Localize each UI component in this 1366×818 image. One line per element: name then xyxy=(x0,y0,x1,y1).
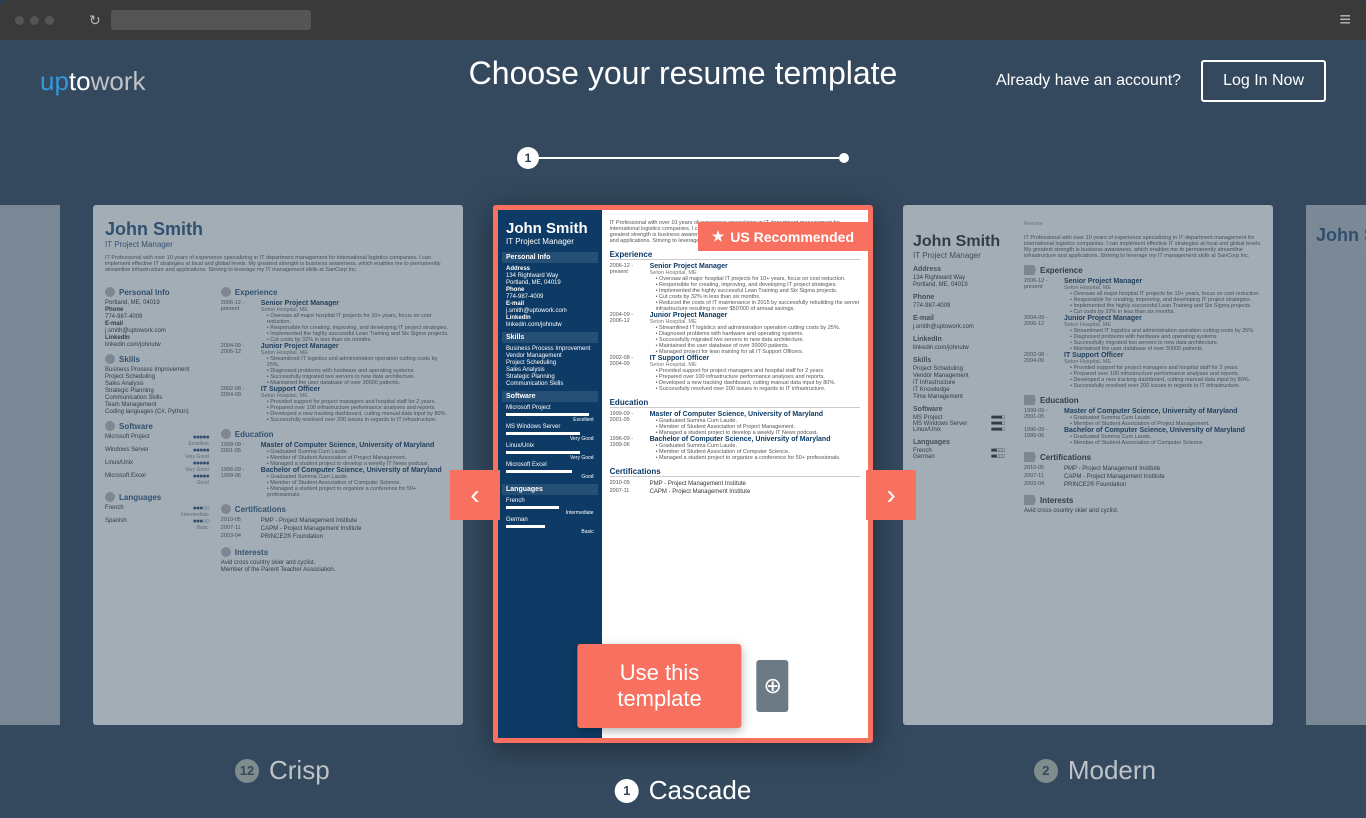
step-line xyxy=(539,157,839,159)
section-experience: Experience xyxy=(610,250,860,260)
resume-summary: IT Professional with over 10 years of ex… xyxy=(1024,235,1263,259)
section-languages: Languages xyxy=(913,439,1004,446)
logo[interactable]: uptowork xyxy=(40,66,146,97)
prev-button[interactable]: ‹ xyxy=(450,470,500,520)
url-bar[interactable] xyxy=(111,10,311,30)
resume-summary: IT Professional with over 10 years of ex… xyxy=(105,255,451,273)
section-experience: Experience xyxy=(1024,265,1263,275)
cta-row: Use this template ⊕ xyxy=(577,644,788,728)
resume-title: IT Project Manager xyxy=(913,251,1004,260)
resume-name: John Smith xyxy=(1316,225,1366,246)
recommended-badge: ★US Recommended xyxy=(698,222,868,251)
section-certs: Certifications xyxy=(610,467,860,477)
menu-icon[interactable]: ≡ xyxy=(1339,9,1351,32)
section-languages: Languages xyxy=(502,484,598,495)
label-modern: 2Modern xyxy=(1034,755,1156,786)
template-card-crisp[interactable]: John Smith IT Project Manager IT Profess… xyxy=(93,205,463,725)
section-education: Education xyxy=(1024,395,1263,405)
use-template-button[interactable]: Use this template xyxy=(577,644,741,728)
section-certs: Certifications xyxy=(1024,452,1263,462)
dot[interactable] xyxy=(45,16,54,25)
template-card-modern[interactable]: John Smith IT Project Manager Address 13… xyxy=(903,205,1273,725)
label-crisp: 12Crisp xyxy=(235,755,330,786)
label-cascade: 1Cascade xyxy=(615,775,752,806)
template-carousel: John Smith John Smith IT Project Manager… xyxy=(0,205,1366,755)
zoom-button[interactable]: ⊕ xyxy=(757,660,789,712)
resume-name: John Smith xyxy=(506,220,594,237)
star-icon: ★ xyxy=(712,228,725,245)
app-area: uptowork Choose your resume template Alr… xyxy=(0,40,1366,818)
progress-indicator: 1 xyxy=(0,147,1366,169)
chevron-right-icon: › xyxy=(886,479,895,511)
section-skills: Skills xyxy=(105,354,209,364)
next-button[interactable]: › xyxy=(866,470,916,520)
zoom-in-icon: ⊕ xyxy=(763,673,781,699)
account-prompt: Already have an account? xyxy=(996,72,1181,90)
template-card-cascade[interactable]: ★US Recommended John Smith IT Project Ma… xyxy=(493,205,873,743)
edge-card-left[interactable] xyxy=(0,205,60,725)
section-software: Software xyxy=(913,406,1004,413)
section-address: Address xyxy=(913,266,1004,273)
section-education: Education xyxy=(610,398,860,408)
dot[interactable] xyxy=(15,16,24,25)
resume-name: John Smith xyxy=(105,219,451,240)
header: uptowork Choose your resume template Alr… xyxy=(0,40,1366,122)
section-personal-info: Personal Info xyxy=(502,252,598,263)
section-personal-info: Personal Info xyxy=(105,287,209,297)
section-skills: Skills xyxy=(913,357,1004,364)
resume-name: John Smith xyxy=(913,233,1004,251)
section-education: Education xyxy=(221,429,451,439)
login-button[interactable]: Log In Now xyxy=(1201,60,1326,102)
window-controls xyxy=(15,16,54,25)
chevron-left-icon: ‹ xyxy=(470,479,479,511)
resume-title: IT Project Manager xyxy=(105,240,451,249)
section-interests: Interests xyxy=(221,547,451,557)
browser-chrome: ↻ ≡ xyxy=(0,0,1366,40)
resume-title: IT Project Manager xyxy=(506,237,594,246)
page-title: Choose your resume template xyxy=(469,55,898,92)
section-skills: Skills xyxy=(502,332,598,343)
step-end xyxy=(839,153,849,163)
step-1: 1 xyxy=(517,147,539,169)
edge-card-right[interactable]: John Smith xyxy=(1306,205,1366,725)
section-certs: Certifications xyxy=(221,504,451,514)
section-software: Software xyxy=(502,391,598,402)
reload-icon[interactable]: ↻ xyxy=(89,12,101,29)
section-software: Software xyxy=(105,421,209,431)
section-interests: Interests xyxy=(1024,495,1263,505)
dot[interactable] xyxy=(30,16,39,25)
section-languages: Languages xyxy=(105,492,209,502)
resume-label: Resume xyxy=(1024,221,1263,227)
section-experience: Experience xyxy=(221,287,451,297)
